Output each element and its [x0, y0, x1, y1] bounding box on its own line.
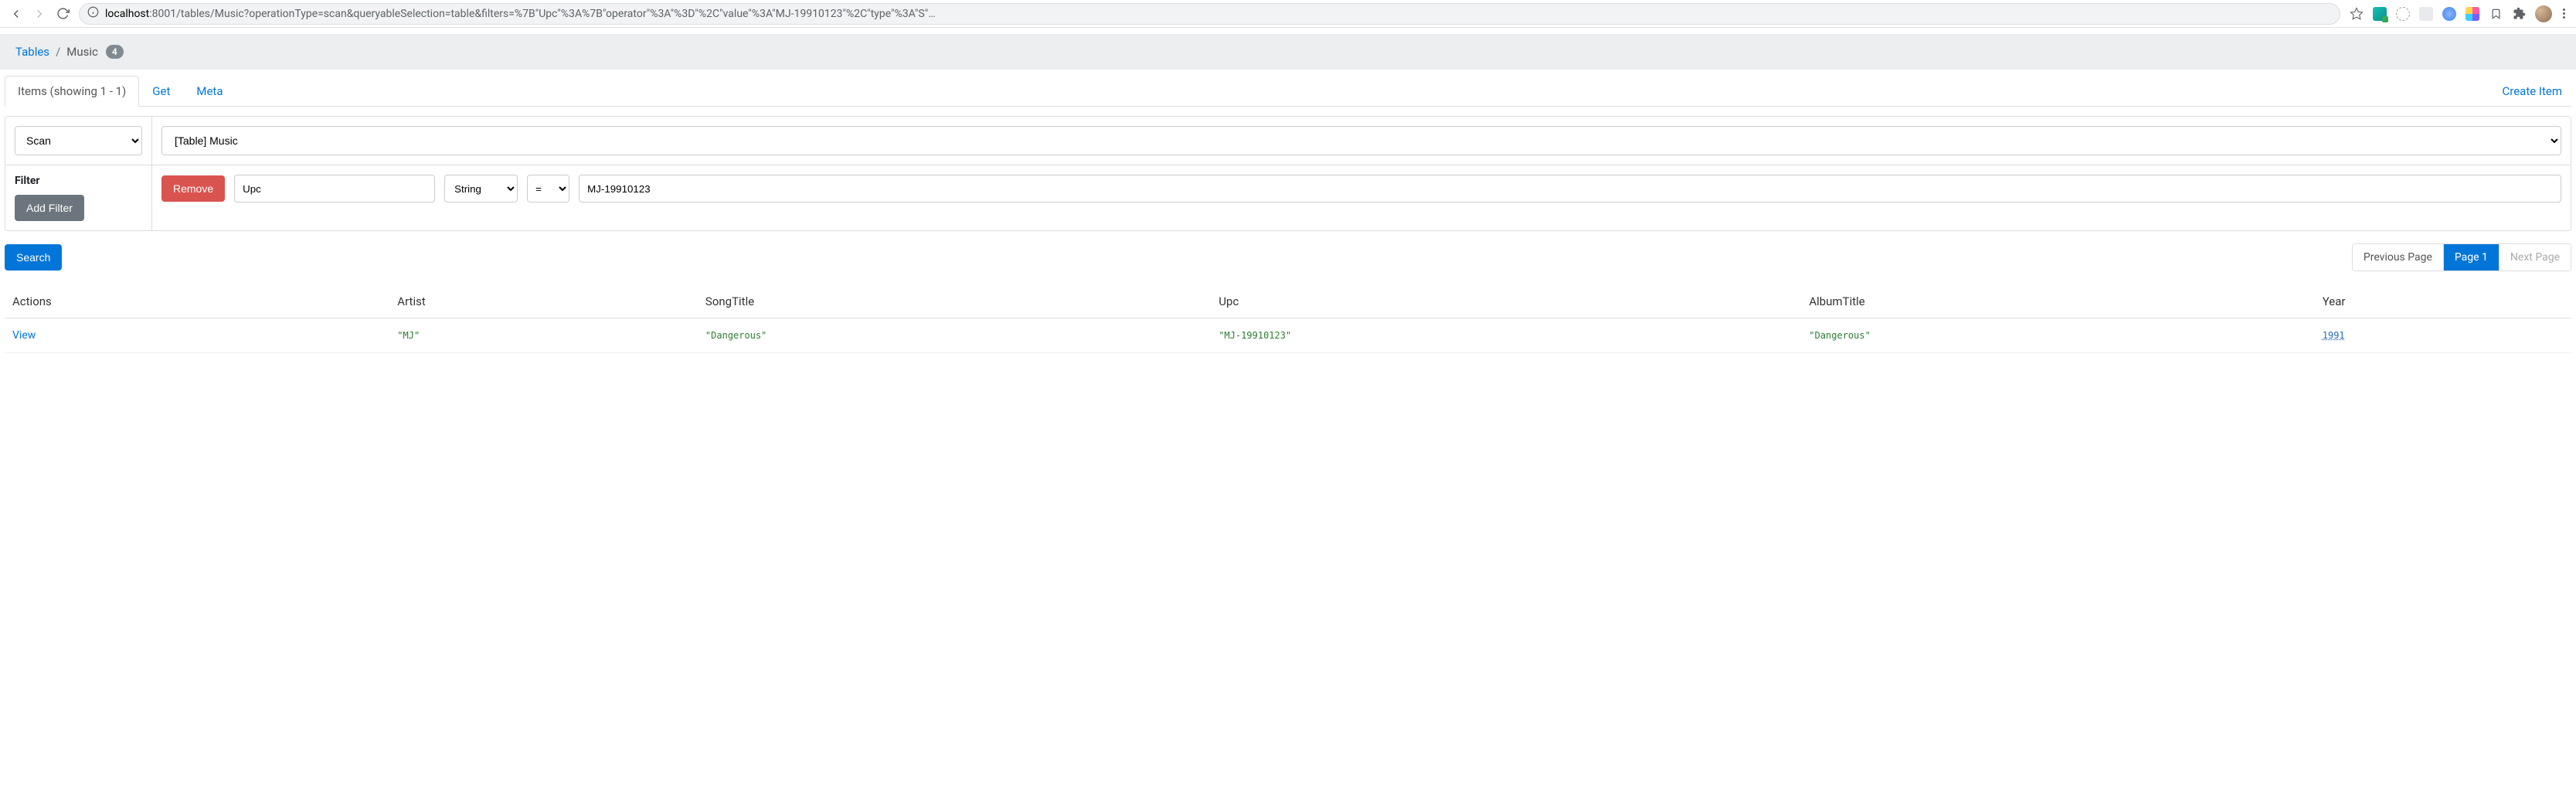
breadcrumb: Tables / Music 4 [15, 45, 2561, 59]
filter-value-input[interactable] [579, 175, 2561, 202]
col-artist: Artist [389, 285, 698, 318]
breadcrumb-badge: 4 [106, 45, 124, 59]
add-filter-button[interactable]: Add Filter [15, 195, 84, 221]
breadcrumb-root[interactable]: Tables [15, 45, 49, 59]
chrome-actions [2347, 5, 2570, 22]
breadcrumb-bar: Tables / Music 4 [0, 34, 2576, 70]
tabs: Items (showing 1 - 1) Get Meta [5, 76, 236, 106]
cell-artist: "MJ" [397, 330, 420, 341]
table-header-row: Actions Artist SongTitle Upc AlbumTitle … [5, 285, 2571, 318]
cell-albumtitle: "Dangerous" [1809, 330, 1870, 341]
extension-icon-1[interactable] [2373, 7, 2387, 21]
cell-songtitle: "Dangerous" [705, 330, 766, 341]
tabs-row: Items (showing 1 - 1) Get Meta Create It… [5, 76, 2571, 107]
profile-avatar[interactable] [2535, 5, 2552, 22]
cell-year: 1991 [2323, 330, 2345, 341]
extensions-icon[interactable] [2512, 7, 2526, 21]
reload-icon[interactable] [56, 7, 70, 21]
create-item-link[interactable]: Create Item [2493, 84, 2572, 98]
extension-icon-2[interactable] [2396, 7, 2410, 21]
filter-type-select[interactable]: String [444, 175, 518, 202]
action-row: Search Previous Page Page 1 Next Page [5, 243, 2571, 271]
filter-attribute-input[interactable] [234, 175, 435, 202]
breadcrumb-separator: / [56, 45, 60, 59]
table-select[interactable]: [Table] Music [161, 126, 2561, 155]
query-right-col: [Table] Music Remove String = [152, 117, 2571, 230]
filter-label: Filter [15, 175, 142, 187]
nav-arrows [6, 7, 73, 21]
col-year: Year [2315, 285, 2571, 318]
filter-operator-select[interactable]: = [527, 175, 569, 202]
address-bar[interactable]: localhost:8001/tables/Music?operationTyp… [79, 3, 2340, 25]
extension-icon-3[interactable] [2419, 7, 2433, 21]
tab-items[interactable]: Items (showing 1 - 1) [5, 76, 139, 106]
bookmark-icon[interactable] [2489, 7, 2503, 21]
col-albumtitle: AlbumTitle [1801, 285, 2314, 318]
query-panel: Scan Filter Add Filter [Table] Music Rem… [5, 116, 2571, 231]
cell-upc: "MJ-19910123" [1218, 330, 1291, 341]
col-songtitle: SongTitle [698, 285, 1211, 318]
results-table: Actions Artist SongTitle Upc AlbumTitle … [5, 285, 2571, 353]
extension-icon-4[interactable] [2442, 7, 2456, 21]
browser-toolbar: localhost:8001/tables/Music?operationTyp… [0, 0, 2576, 28]
star-icon[interactable] [2350, 7, 2364, 21]
operation-select[interactable]: Scan [15, 126, 142, 155]
back-icon[interactable] [9, 7, 23, 21]
filter-row: Remove String = [161, 175, 2561, 202]
pagination: Previous Page Page 1 Next Page [2352, 243, 2571, 271]
view-link[interactable]: View [12, 329, 36, 342]
menu-icon[interactable] [2561, 9, 2567, 19]
breadcrumb-current: Music [66, 45, 98, 59]
next-page-button[interactable]: Next Page [2499, 244, 2571, 271]
search-button[interactable]: Search [5, 244, 62, 271]
remove-filter-button[interactable]: Remove [161, 175, 225, 202]
forward-icon[interactable] [32, 7, 46, 21]
site-info-icon[interactable] [87, 6, 99, 21]
extension-icon-5[interactable] [2466, 7, 2479, 21]
tab-get[interactable]: Get [139, 76, 183, 106]
col-upc: Upc [1211, 285, 1801, 318]
url-text: localhost:8001/tables/Music?operationTyp… [105, 8, 2332, 20]
tab-meta[interactable]: Meta [183, 76, 236, 106]
page-1-button[interactable]: Page 1 [2443, 244, 2499, 271]
query-left-col: Scan Filter Add Filter [5, 117, 152, 230]
prev-page-button[interactable]: Previous Page [2353, 244, 2443, 271]
table-row: View "MJ" "Dangerous" "MJ-19910123" "Dan… [5, 318, 2571, 353]
col-actions: Actions [5, 285, 389, 318]
